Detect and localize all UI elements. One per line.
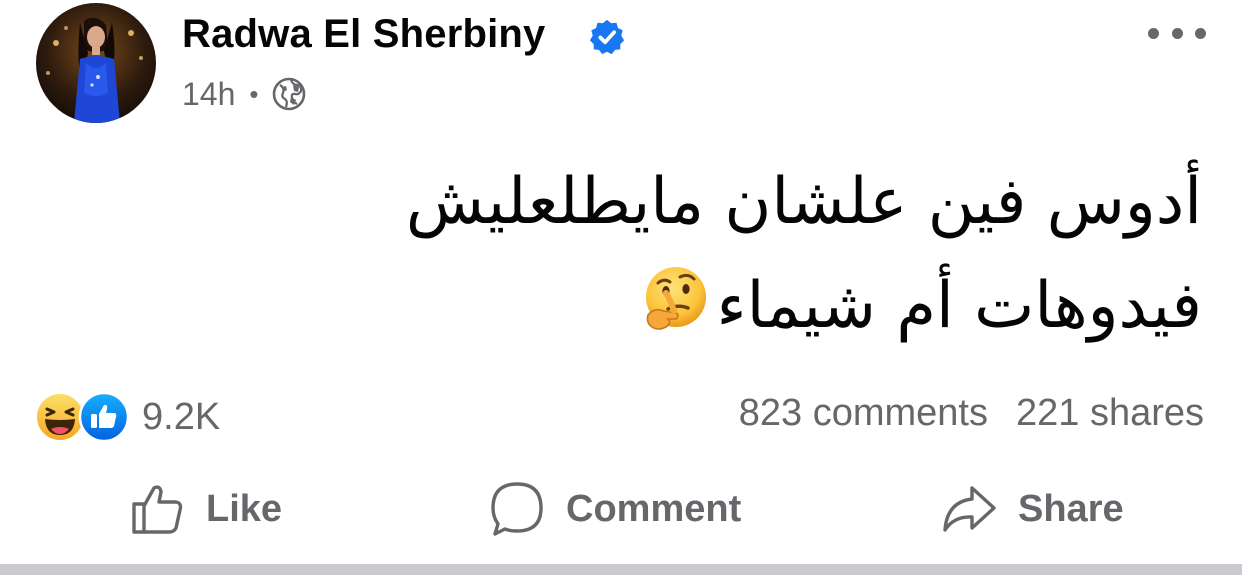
facebook-post: Radwa El Sherbiny 14h • أدوس فين علشان م… [0, 0, 1242, 575]
post-text-line-1: أدوس فين علشان مايطلعليش [405, 165, 1202, 239]
comments-count[interactable]: 823 comments [739, 392, 988, 434]
comment-bubble-icon [491, 482, 543, 536]
post-time[interactable]: 14h [182, 76, 235, 113]
engagement-counts: 823 comments 221 shares [739, 392, 1204, 435]
share-arrow-icon [943, 486, 996, 532]
author-name[interactable]: Radwa El Sherbiny [182, 12, 546, 57]
profile-photo-icon [36, 3, 156, 123]
like-label: Like [206, 487, 283, 530]
like-button[interactable]: Like [128, 478, 282, 540]
post-meta: 14h • [182, 74, 307, 114]
share-button[interactable]: Share [940, 478, 1124, 540]
comment-label: Comment [566, 487, 742, 530]
post-text-line-2-text: فيدوهات أم شيماء [716, 269, 1202, 343]
comment-button[interactable]: Comment [488, 478, 741, 540]
more-dot-icon [1195, 27, 1206, 39]
thumbs-up-icon [132, 485, 183, 534]
reactions-summary[interactable]: 9.2K [34, 390, 220, 444]
more-options-button[interactable] [1148, 18, 1206, 48]
reaction-count: 9.2K [142, 395, 221, 438]
avatar[interactable] [36, 3, 156, 123]
post-body: أدوس فين علشان مايطلعليش فيدوهات أم شيما… [202, 150, 1202, 358]
thinking-face-icon [646, 267, 707, 330]
meta-separator: • [249, 78, 259, 109]
more-dot-icon [1171, 27, 1183, 39]
post-text-line-2: فيدوهات أم شيماء [202, 254, 1202, 358]
feed-divider [0, 564, 1242, 575]
share-label: Share [1018, 487, 1124, 530]
verified-badge-icon [589, 19, 625, 55]
globe-icon [272, 77, 305, 111]
like-reaction-icon [78, 391, 130, 443]
shares-count[interactable]: 221 shares [1016, 392, 1204, 434]
more-dot-icon [1148, 27, 1159, 39]
